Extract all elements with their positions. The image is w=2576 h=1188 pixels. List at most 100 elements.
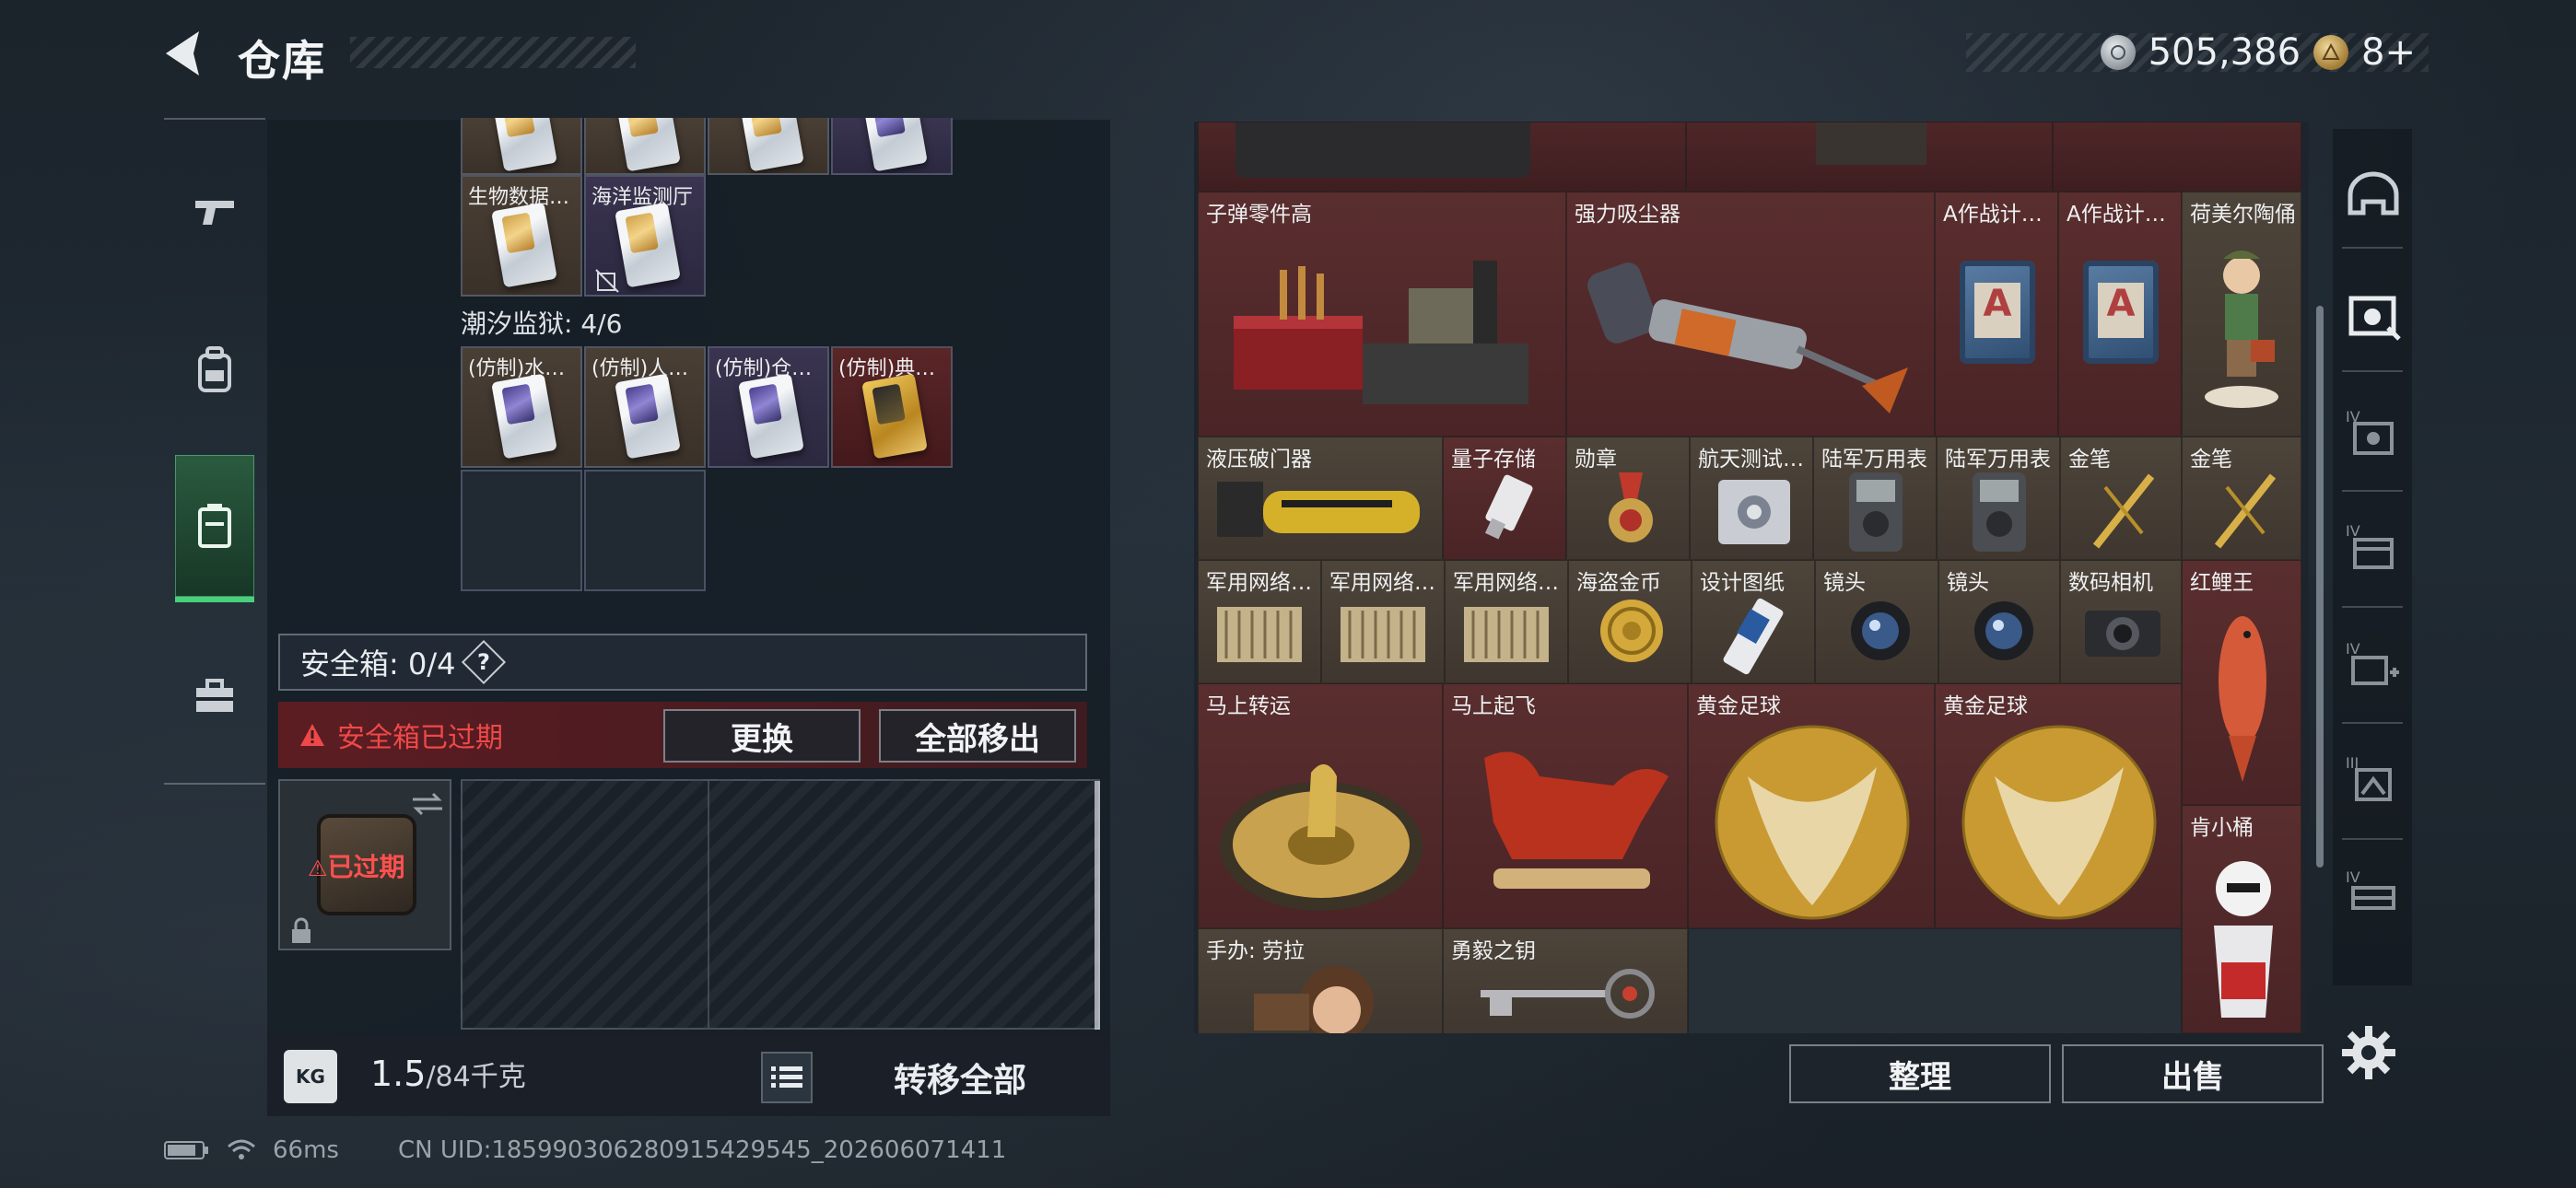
svg-text:IV: IV — [2346, 640, 2360, 658]
rig-iv-icon[interactable]: IV — [2346, 866, 2401, 921]
safebox-label: 安全箱: 0/4 — [300, 646, 456, 681]
safebox-bar: 安全箱: 0/4 ? — [278, 634, 1087, 691]
network-module-icon — [1464, 607, 1549, 662]
keycard-image — [861, 373, 928, 460]
item-aerospace-test[interactable]: 航天测试… — [1690, 437, 1813, 560]
camera-icon — [2085, 611, 2160, 657]
item-pirate-coin[interactable]: 海盗金币 — [1568, 560, 1692, 683]
item-horse-takeoff[interactable]: 马上起飞 — [1443, 683, 1688, 928]
gold-coin-icon — [2313, 35, 2349, 70]
gold-pen-icon — [2092, 473, 2155, 549]
storage-slot[interactable] — [461, 118, 582, 175]
fortune-wheel-icon — [1220, 763, 1423, 911]
right-scrollbar[interactable] — [2316, 306, 2324, 868]
warning-icon — [300, 724, 324, 746]
blueprint-icon — [1723, 598, 1784, 675]
list-view-button[interactable] — [761, 1052, 813, 1103]
settings-gear-icon[interactable] — [2340, 1024, 2397, 1081]
item-figure-lara[interactable]: 手办: 劳拉 — [1198, 928, 1443, 1033]
empty-slot[interactable] — [461, 470, 582, 591]
empty-slot[interactable] — [1688, 928, 2182, 1033]
secure-expired-label: ⚠已过期 — [308, 852, 405, 882]
item-lucky-wheel[interactable]: 马上转运 — [1198, 683, 1443, 928]
inventory-item-partial[interactable] — [2053, 122, 2301, 192]
move-all-out-button[interactable]: 全部移出 — [879, 709, 1076, 763]
item-military-network[interactable]: 军用网络… — [1198, 560, 1321, 683]
inventory-item-partial[interactable] — [1686, 122, 2053, 192]
inventory-item-partial[interactable] — [1198, 122, 1686, 192]
storage-slot[interactable] — [831, 118, 953, 175]
item-gold-football[interactable]: 黄金足球 — [1688, 683, 1935, 928]
armor-chest-icon[interactable] — [2346, 287, 2401, 343]
medkit-iv-icon[interactable]: IV — [2346, 637, 2401, 693]
helmet-icon[interactable] — [2346, 166, 2401, 221]
safebox-grid[interactable] — [461, 779, 1100, 1030]
item-red-carp[interactable]: 红鲤王 — [2182, 560, 2301, 805]
keycard-replica[interactable]: (仿制)人… — [584, 346, 706, 468]
expired-message: 安全箱已过期 — [337, 722, 503, 754]
secure-container-slot[interactable]: ⚠已过期 — [278, 779, 451, 950]
keycard-image — [491, 373, 557, 460]
item-lens[interactable]: 镜头 — [1938, 560, 2060, 683]
keycard-replica[interactable]: (仿制)典… — [831, 346, 953, 468]
item-battle-plan[interactable]: A作战计… A — [2058, 192, 2182, 437]
sell-button[interactable]: 出售 — [2062, 1044, 2324, 1103]
weight-icon: KG — [284, 1050, 337, 1103]
keycard-image — [738, 373, 804, 460]
item-gold-pen[interactable]: 金笔 — [2060, 437, 2182, 560]
item-military-network[interactable]: 军用网络… — [1321, 560, 1445, 683]
gold-ball-icon — [1961, 725, 2157, 920]
armor-iv-icon[interactable]: IV — [2346, 405, 2401, 460]
sort-button[interactable]: 整理 — [1789, 1044, 2051, 1103]
item-lens[interactable]: 镜头 — [1815, 560, 1938, 683]
keycard-image — [615, 373, 681, 460]
gold-balance[interactable]: 8+ — [2361, 31, 2416, 74]
empty-slot[interactable] — [584, 470, 706, 591]
item-battle-plan[interactable]: A作战计… A — [1935, 192, 2058, 437]
silver-coin-icon — [2100, 35, 2136, 70]
item-blueprint[interactable]: 设计图纸 — [1692, 560, 1815, 683]
backpack-icon[interactable] — [175, 297, 254, 444]
pistol-icon[interactable] — [175, 138, 254, 285]
item-hummel-figurine[interactable]: 荷美尔陶俑 — [2182, 192, 2301, 437]
keycard-replica[interactable]: (仿制)水… — [461, 346, 582, 468]
storage-slot[interactable] — [708, 118, 829, 175]
equipment-rail: IV IV IV III IV — [2333, 129, 2412, 985]
user-uid: CN UID:185990306280915429545_20260607141… — [398, 1136, 1007, 1164]
keycard-ocean-monitor[interactable]: 海洋监测厅 — [584, 175, 706, 297]
toolbox-icon[interactable] — [175, 623, 254, 770]
item-medal[interactable]: 勋章 — [1566, 437, 1690, 560]
document-icon: A — [2083, 261, 2159, 364]
item-army-multimeter[interactable]: 陆军万用表 — [1937, 437, 2060, 560]
lens-icon — [1851, 601, 1910, 660]
bag-iv-icon[interactable]: IV — [2346, 519, 2401, 575]
item-gold-football[interactable]: 黄金足球 — [1935, 683, 2182, 928]
item-army-multimeter[interactable]: 陆军万用表 — [1813, 437, 1937, 560]
keycard-bio-data[interactable]: 生物数据… — [461, 175, 582, 297]
item-hydraulic-breacher[interactable]: 液压破门器 — [1198, 437, 1443, 560]
back-arrow-icon[interactable] — [158, 26, 210, 81]
item-digital-camera[interactable]: 数码相机 — [2060, 560, 2182, 683]
keycard-replica[interactable]: (仿制)仓… — [708, 346, 829, 468]
no-transfer-icon — [595, 269, 619, 293]
storage-icon[interactable] — [175, 455, 254, 602]
storage-slot[interactable] — [584, 118, 706, 175]
title-decoration — [350, 37, 636, 68]
status-bar: 66ms — [164, 1136, 339, 1164]
replace-button[interactable]: 更换 — [663, 709, 861, 763]
weight-readout: 1.5/84千克 — [370, 1054, 526, 1094]
item-military-network[interactable]: 军用网络… — [1445, 560, 1568, 683]
help-icon[interactable]: ? — [462, 639, 507, 685]
item-vacuum[interactable]: 强力吸尘器 — [1566, 192, 1935, 437]
left-scrollbar[interactable] — [1095, 781, 1100, 1030]
item-kfc-bucket[interactable]: 肯小桶 — [2182, 805, 2301, 1033]
horse-statue-icon — [1484, 751, 1669, 889]
item-courage-key[interactable]: 勇毅之钥 — [1443, 928, 1688, 1033]
item-gold-pen[interactable]: 金笔 — [2182, 437, 2301, 560]
transfer-all-button[interactable]: 转移全部 — [894, 1054, 1026, 1101]
item-ammo-parts[interactable]: 子弹零件高 — [1198, 192, 1566, 437]
keycard-image — [615, 202, 681, 288]
armor-iii-icon[interactable]: III — [2346, 751, 2401, 807]
swap-icon[interactable] — [409, 788, 446, 820]
item-quantum-storage[interactable]: 量子存储 — [1443, 437, 1566, 560]
